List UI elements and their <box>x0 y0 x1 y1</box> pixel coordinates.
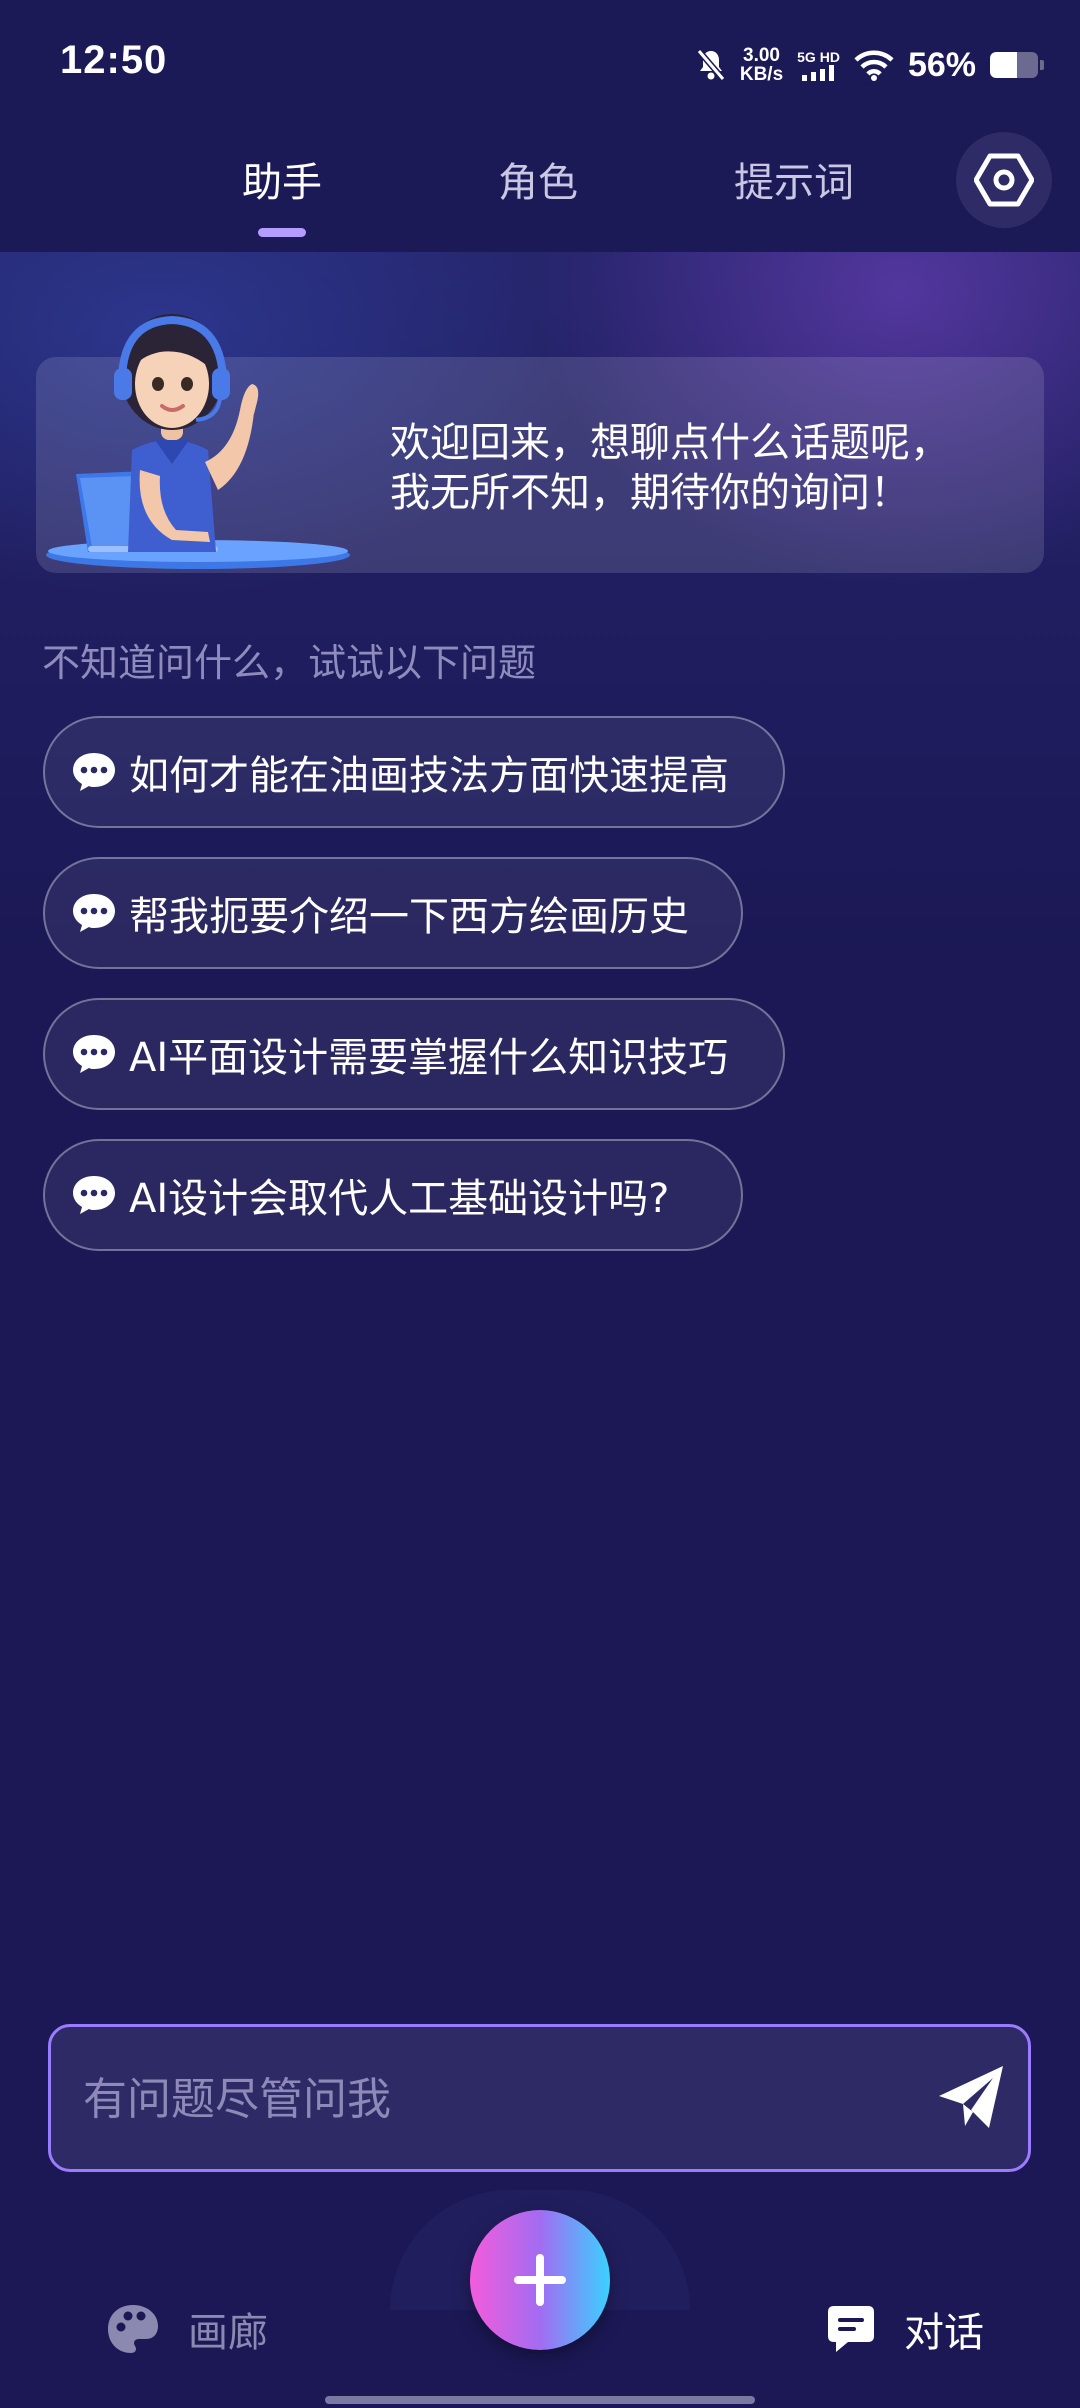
chat-icon <box>828 2306 874 2352</box>
send-icon <box>939 2066 1003 2128</box>
network-type: 5G HD <box>797 49 840 81</box>
status-time: 12:50 <box>60 38 168 82</box>
suggestion-text: 帮我扼要介绍一下西方绘画历史 <box>129 894 689 940</box>
palette-icon <box>108 2305 158 2353</box>
tab-prompts[interactable]: 提示词 <box>734 150 854 208</box>
chat-bubble-icon <box>73 1176 115 1214</box>
chat-bubble-icon <box>73 753 115 791</box>
mute-bell-icon <box>696 49 726 81</box>
signal-icon <box>801 64 834 81</box>
assistant-avatar <box>46 314 350 569</box>
suggestion-text: AI平面设计需要掌握什么知识技巧 <box>129 1035 729 1081</box>
battery-fill <box>990 52 1017 78</box>
plus-icon <box>514 2254 566 2306</box>
hexagon-settings-icon <box>974 153 1034 207</box>
battery-icon <box>990 52 1038 78</box>
battery-tip <box>1040 60 1044 70</box>
tab-roles[interactable]: 角色 <box>498 150 578 208</box>
chat-bubble-icon <box>73 894 115 932</box>
suggestion-chip[interactable]: 如何才能在油画技法方面快速提高 <box>43 716 785 828</box>
suggestion-chip[interactable]: AI平面设计需要掌握什么知识技巧 <box>43 998 785 1110</box>
home-indicator[interactable] <box>325 2396 755 2404</box>
net-speed: 3.00 KB/s <box>739 45 784 85</box>
message-composer <box>48 2024 1031 2172</box>
chat-bubble-icon <box>73 1035 115 1073</box>
tab-active-indicator <box>258 228 306 237</box>
suggestion-text: AI设计会取代人工基础设计吗? <box>129 1176 670 1222</box>
nav-chat-label: 对话 <box>904 2310 984 2356</box>
message-input[interactable] <box>81 2027 905 2171</box>
suggestion-chip[interactable]: AI设计会取代人工基础设计吗? <box>43 1139 743 1251</box>
welcome-line-2: 我无所不知，期待你的询问！ <box>390 470 910 516</box>
suggestions-hint: 不知道问什么，试试以下问题 <box>42 641 537 685</box>
wifi-icon <box>854 50 894 81</box>
nav-gallery[interactable]: 画廊 <box>106 2300 268 2358</box>
status-icons: 3.00 KB/s 5G HD 56% <box>696 40 1044 90</box>
settings-button[interactable] <box>956 132 1052 228</box>
suggestion-chip[interactable]: 帮我扼要介绍一下西方绘画历史 <box>43 857 743 969</box>
battery-percent: 56% <box>907 45 976 84</box>
suggestion-text: 如何才能在油画技法方面快速提高 <box>129 753 729 799</box>
nav-gallery-label: 画廊 <box>188 2310 268 2356</box>
welcome-line-1: 欢迎回来，想聊点什么话题呢， <box>390 420 950 466</box>
top-tabs: 助手 角色 提示词 <box>0 126 1080 252</box>
status-bar: 12:50 3.00 KB/s 5G HD 56% <box>0 0 1080 126</box>
send-button[interactable] <box>931 2057 1011 2137</box>
nav-chat[interactable]: 对话 <box>826 2300 984 2358</box>
new-chat-fab[interactable] <box>470 2210 610 2350</box>
tab-assistant[interactable]: 助手 <box>242 150 322 208</box>
welcome-message: 欢迎回来，想聊点什么话题呢， 我无所不知，期待你的询问！ <box>390 418 1010 518</box>
